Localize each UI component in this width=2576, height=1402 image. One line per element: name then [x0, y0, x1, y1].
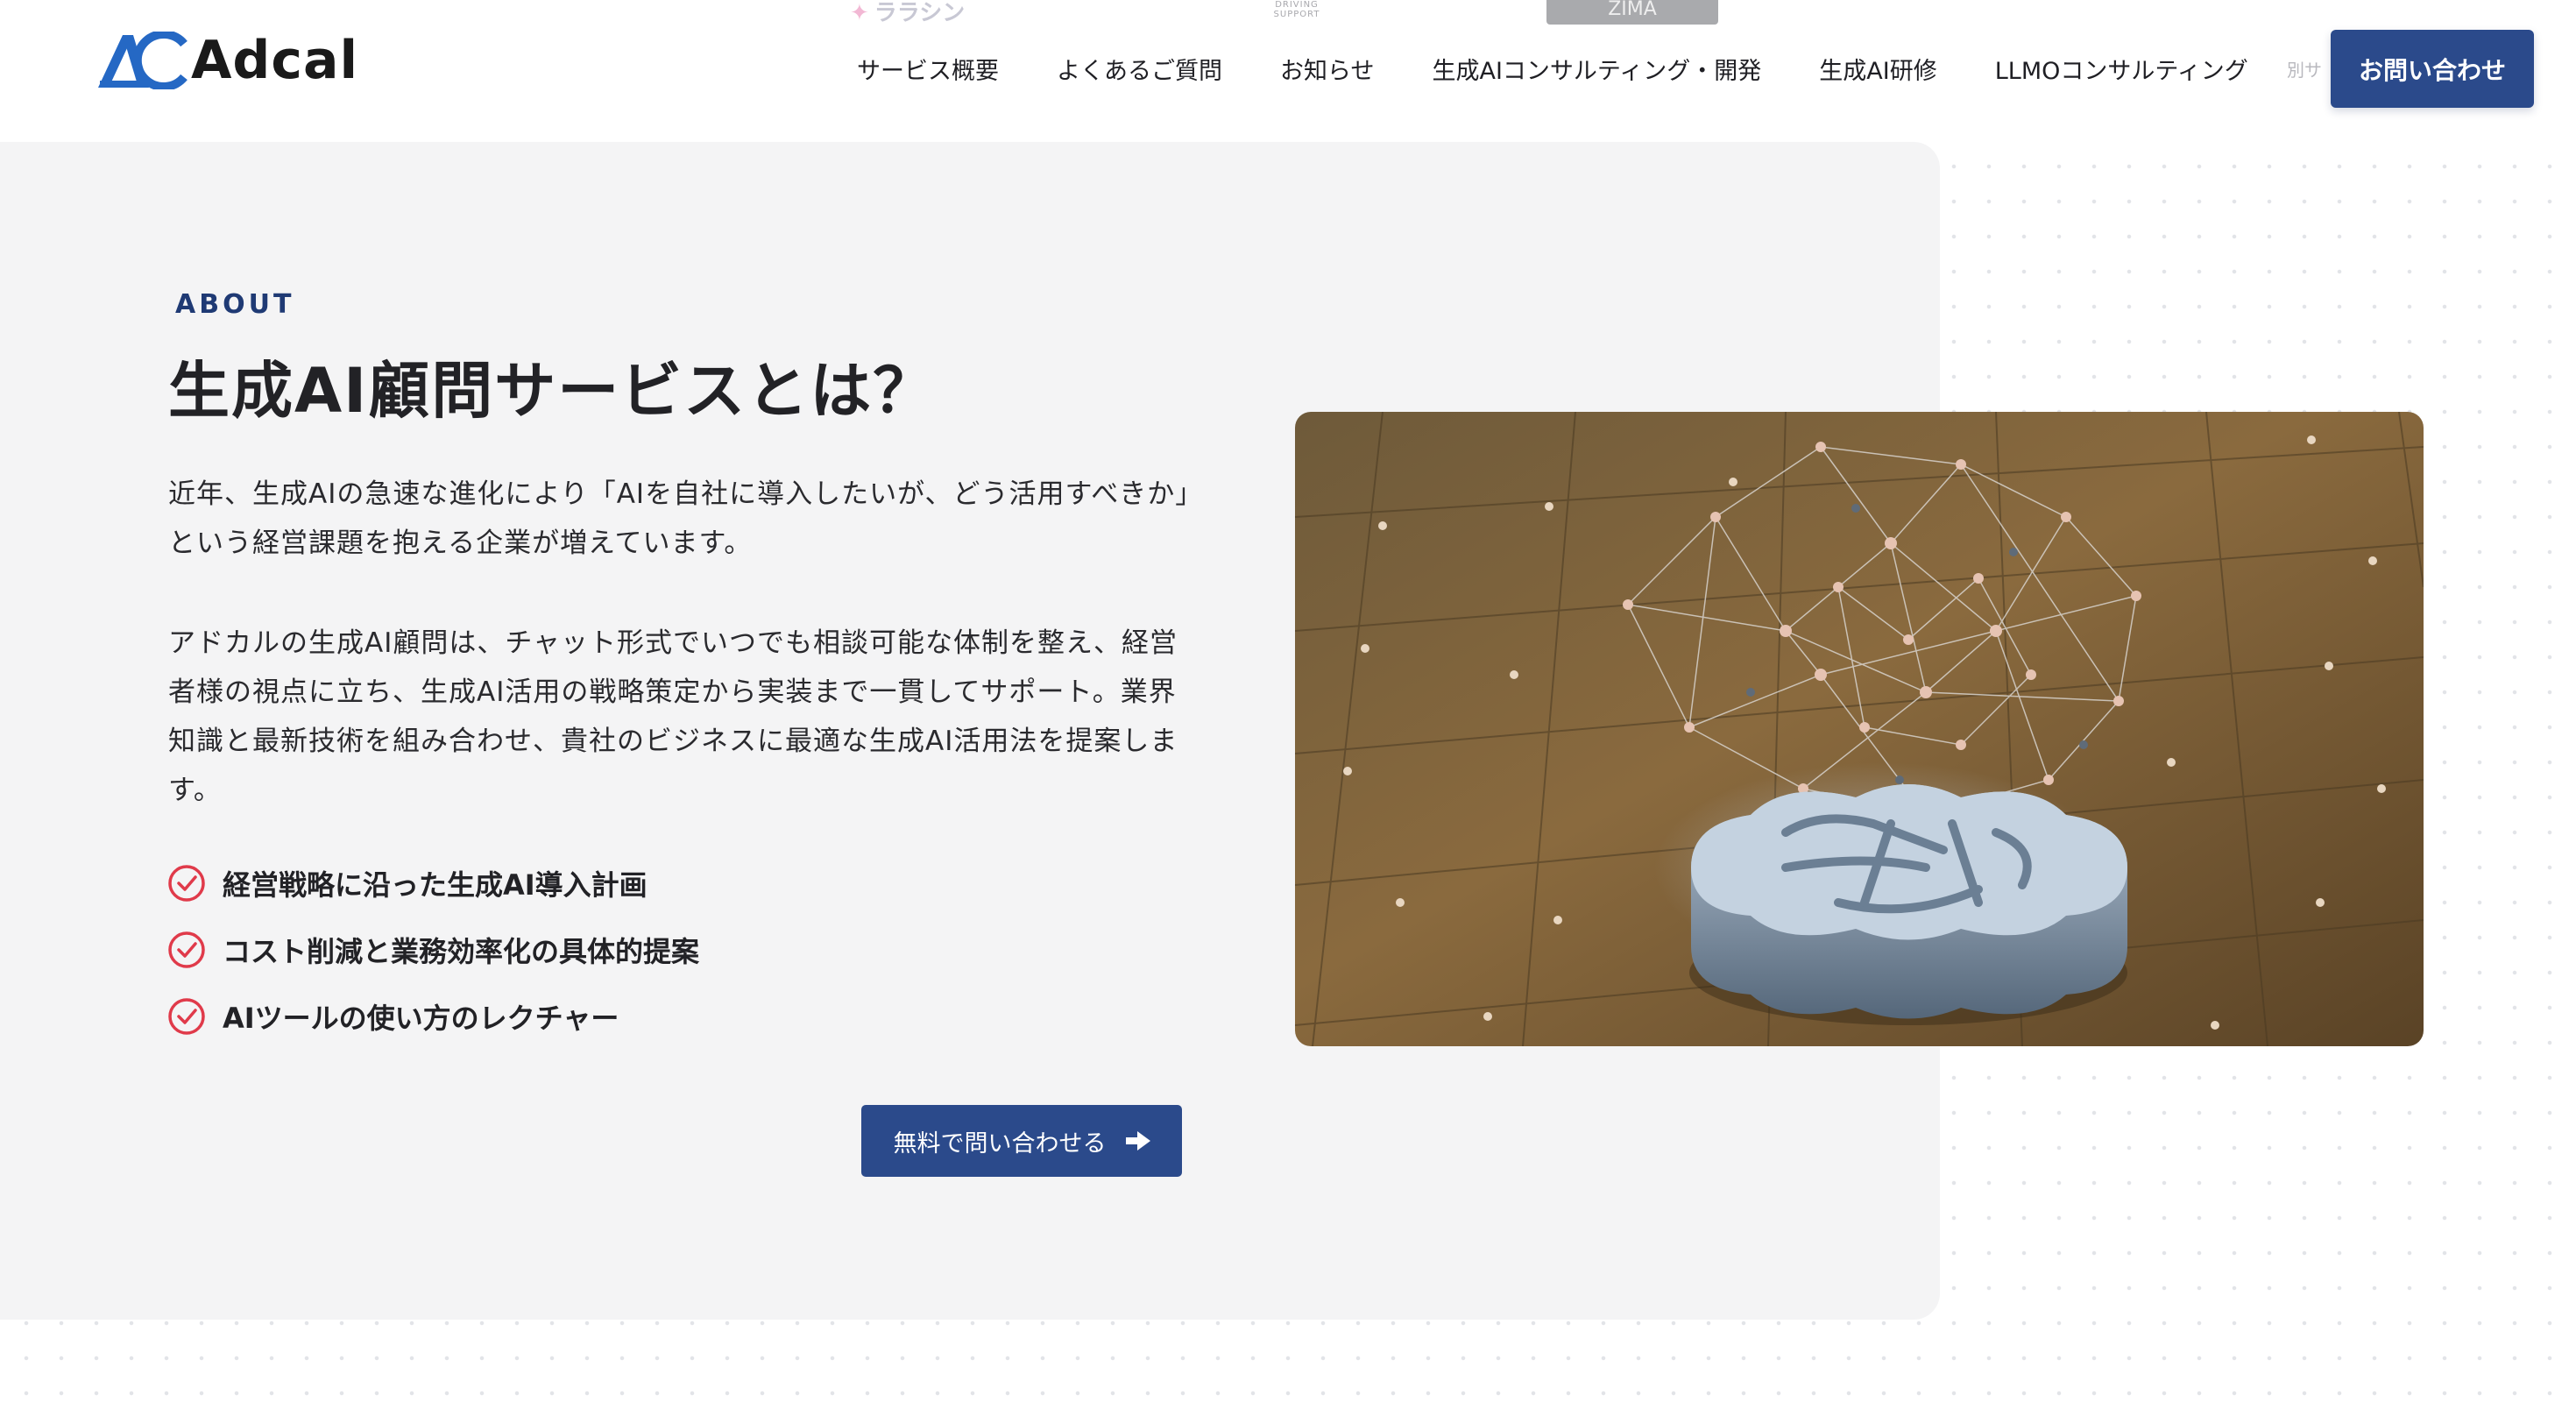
- site-header: Adcal ✦ ララシン DRIVING SUPPORT ZIMA サービス概要 …: [0, 0, 2576, 140]
- section-eyebrow: ABOUT: [175, 289, 295, 320]
- check-circle-icon: [168, 931, 205, 968]
- logo-text: Adcal: [191, 30, 359, 91]
- nav-item-news[interactable]: お知らせ: [1280, 52, 1374, 86]
- check-circle-icon: [168, 998, 205, 1035]
- intro-paragraph: 近年、生成AIの急速な進化により「AIを自社に導入したいが、どう活用すべきか」と…: [168, 478, 1190, 559]
- main-nav: サービス概要 よくあるご質問 お知らせ 生成AIコンサルティング・開発 生成AI…: [857, 51, 2248, 86]
- nav-item-llmo-consulting[interactable]: LLMOコンサルティング: [1995, 52, 2248, 86]
- nav-item-ai-consulting[interactable]: 生成AIコンサルティング・開発: [1432, 52, 1761, 86]
- checklist-item: コスト削減と業務効率化の具体的提案: [166, 917, 699, 983]
- cta-label: 無料で問い合わせる: [893, 1129, 1107, 1158]
- feature-checklist: 経営戦略に沿った生成AI導入計画 コスト削減と業務効率化の具体的提案 AIツール…: [166, 850, 699, 1050]
- ai-brain-image: [1295, 412, 2424, 1046]
- adcal-logo-icon: [98, 32, 188, 89]
- nav-item-faq[interactable]: よくあるご質問: [1057, 52, 1222, 86]
- partner-logo-3: ZIMA: [1546, 0, 1718, 25]
- contact-button[interactable]: お問い合わせ: [2331, 30, 2534, 108]
- free-inquiry-button[interactable]: 無料で問い合わせる: [861, 1105, 1182, 1177]
- partner-logo-1: ✦ ララシン: [850, 0, 966, 26]
- nav-item-service-overview[interactable]: サービス概要: [857, 52, 999, 86]
- partner-logos: ✦ ララシン DRIVING SUPPORT ZIMA: [841, 0, 1718, 26]
- check-circle-icon: [168, 865, 205, 902]
- checklist-item: AIツールの使い方のレクチャー: [166, 983, 699, 1050]
- checklist-item: 経営戦略に沿った生成AI導入計画: [166, 850, 699, 917]
- checklist-item-label: 経営戦略に沿った生成AI導入計画: [223, 868, 648, 902]
- arrow-right-icon: [1125, 1131, 1150, 1151]
- nav-item-overflow: 別サ: [2287, 60, 2322, 81]
- site-logo[interactable]: Adcal: [96, 30, 358, 91]
- section-heading: 生成AI顧問サービスとは？: [168, 355, 937, 427]
- nav-item-ai-training[interactable]: 生成AI研修: [1819, 52, 1936, 86]
- checklist-item-label: コスト削減と業務効率化の具体的提案: [223, 935, 700, 968]
- ai-brain-illustration: [1295, 412, 2424, 1046]
- description-paragraph: アドカルの生成AI顧問は、チャット形式でいつでも相談可能な体制を整え、経営者様の…: [168, 627, 1178, 806]
- partner-logo-2: DRIVING SUPPORT: [1273, 0, 1320, 19]
- checklist-item-label: AIツールの使い方のレクチャー: [223, 1002, 619, 1035]
